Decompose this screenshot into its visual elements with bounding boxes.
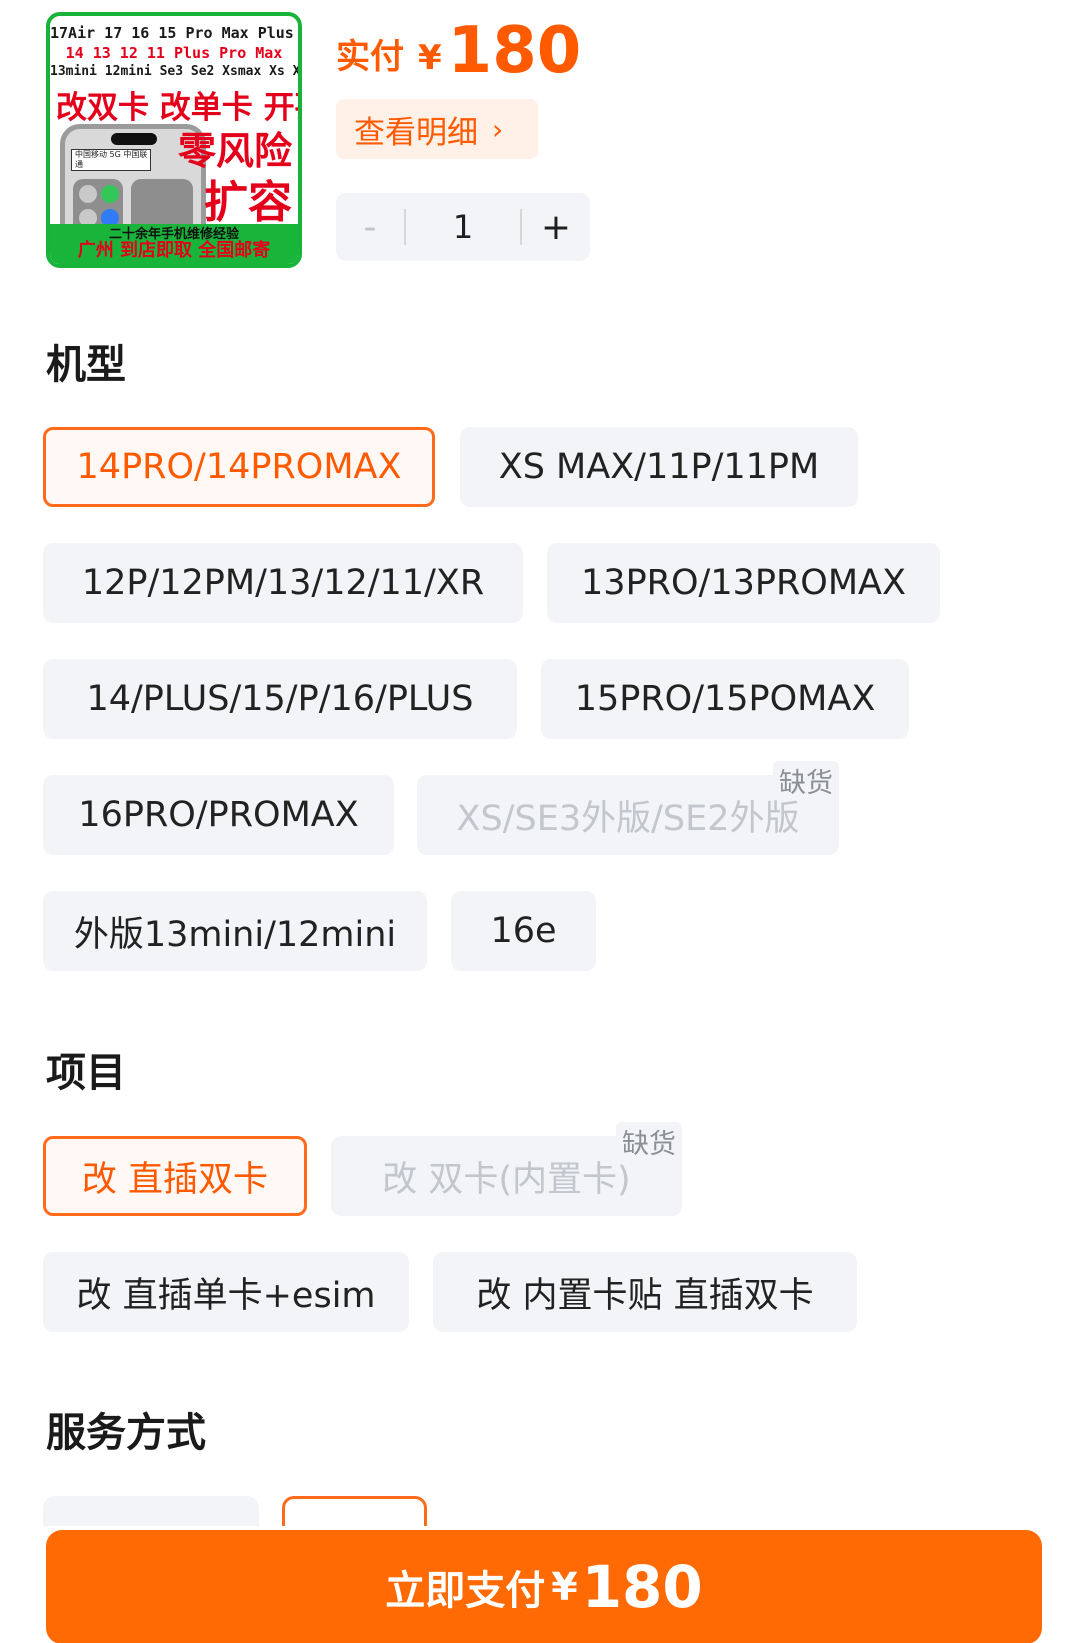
service-option-partial-selected[interactable] (282, 1496, 427, 1526)
model-option-xsmax[interactable]: XS MAX/11P/11PM (460, 427, 858, 507)
pay-now-button[interactable]: 立即支付 ¥ 180 (46, 1530, 1042, 1643)
thumbnail-location-text: 广州 到店即取 全国邮寄 (77, 240, 271, 261)
option-label: 12P/12PM/13/12/11/XR (81, 563, 485, 603)
view-details-button[interactable]: 查看明细 › (336, 99, 538, 159)
phone-notch (111, 133, 157, 145)
currency-symbol: ¥ (551, 1565, 578, 1609)
cellular-icon (101, 185, 119, 203)
quantity-value[interactable]: 1 (406, 208, 520, 246)
project-option-internal-dual-outofstock[interactable]: 改 双卡(内置卡) 缺货 (331, 1122, 682, 1216)
thumbnail-models-line-1: 17Air 17 16 15 Pro Max Plus 16e (50, 24, 302, 42)
out-of-stock-badge: 缺货 (773, 761, 839, 800)
increase-quantity-button[interactable]: + (522, 193, 590, 261)
option-label: 改 双卡(内置卡) (382, 1159, 631, 1200)
service-section-title: 服务方式 (46, 1410, 206, 1456)
option-label: 16PRO/PROMAX (78, 795, 359, 835)
model-option-14pro[interactable]: 14PRO/14PROMAX (43, 427, 435, 507)
out-of-stock-badge: 缺货 (616, 1122, 682, 1161)
option-label: 14/PLUS/15/P/16/PLUS (86, 679, 474, 719)
option-label: 改 内置卡贴 直插双卡 (476, 1275, 814, 1316)
price-display: 实付 ¥ 180 (336, 8, 581, 84)
model-option-16pro[interactable]: 16PRO/PROMAX (43, 775, 394, 855)
decrease-quantity-button[interactable]: - (336, 193, 404, 261)
option-label: XS/SE3外版/SE2外版 (456, 798, 800, 839)
thumbnail-models-line-3: 13mini 12mini Se3 Se2 Xsmax Xs Xr (50, 64, 302, 79)
model-option-xs-se-outofstock[interactable]: XS/SE3外版/SE2外版 缺货 (417, 761, 839, 855)
price-value: 180 (447, 14, 582, 88)
model-option-13pro[interactable]: 13PRO/13PROMAX (547, 543, 940, 623)
chevron-right-icon: › (492, 112, 504, 146)
model-section-title: 机型 (46, 342, 126, 388)
product-thumbnail[interactable]: 17Air 17 16 15 Pro Max Plus 16e 14 13 12… (46, 12, 302, 268)
phone-status-strip: 中国移动 5G 中国联通 (71, 149, 151, 171)
option-label: XS MAX/11P/11PM (498, 447, 820, 487)
price-label: 实付 (336, 37, 404, 77)
project-option-single-esim[interactable]: 改 直插单卡+esim (43, 1252, 409, 1332)
project-option-sticker-dual[interactable]: 改 内置卡贴 直插双卡 (433, 1252, 857, 1332)
thumbnail-models-line-2: 14 13 12 11 Plus Pro Max (65, 44, 283, 62)
project-section-title: 项目 (46, 1050, 126, 1096)
model-option-14plus[interactable]: 14/PLUS/15/P/16/PLUS (43, 659, 517, 739)
option-label: 15PRO/15POMAX (574, 679, 876, 719)
project-option-direct-dual[interactable]: 改 直插双卡 (43, 1136, 307, 1216)
option-label: 16e (490, 911, 557, 951)
service-option-partial[interactable] (43, 1496, 259, 1526)
option-label: 14PRO/14PROMAX (76, 447, 402, 487)
pay-amount: 180 (581, 1553, 703, 1621)
thumbnail-expand-text: 扩容 (204, 177, 292, 228)
view-details-label: 查看明细 (354, 114, 478, 151)
model-option-13mini[interactable]: 外版13mini/12mini (43, 891, 427, 971)
option-label: 改 直插单卡+esim (76, 1275, 376, 1316)
model-option-16e[interactable]: 16e (451, 891, 596, 971)
option-label: 改 直插双卡 (81, 1159, 269, 1200)
option-label: 13PRO/13PROMAX (581, 563, 906, 603)
pay-now-label: 立即支付 (385, 1568, 546, 1614)
model-option-15pro[interactable]: 15PRO/15POMAX (541, 659, 909, 739)
model-option-12p[interactable]: 12P/12PM/13/12/11/XR (43, 543, 523, 623)
currency-symbol: ¥ (418, 38, 442, 78)
airplane-icon (79, 185, 97, 203)
option-label: 外版13mini/12mini (73, 914, 397, 955)
quantity-stepper: - 1 + (336, 193, 590, 261)
